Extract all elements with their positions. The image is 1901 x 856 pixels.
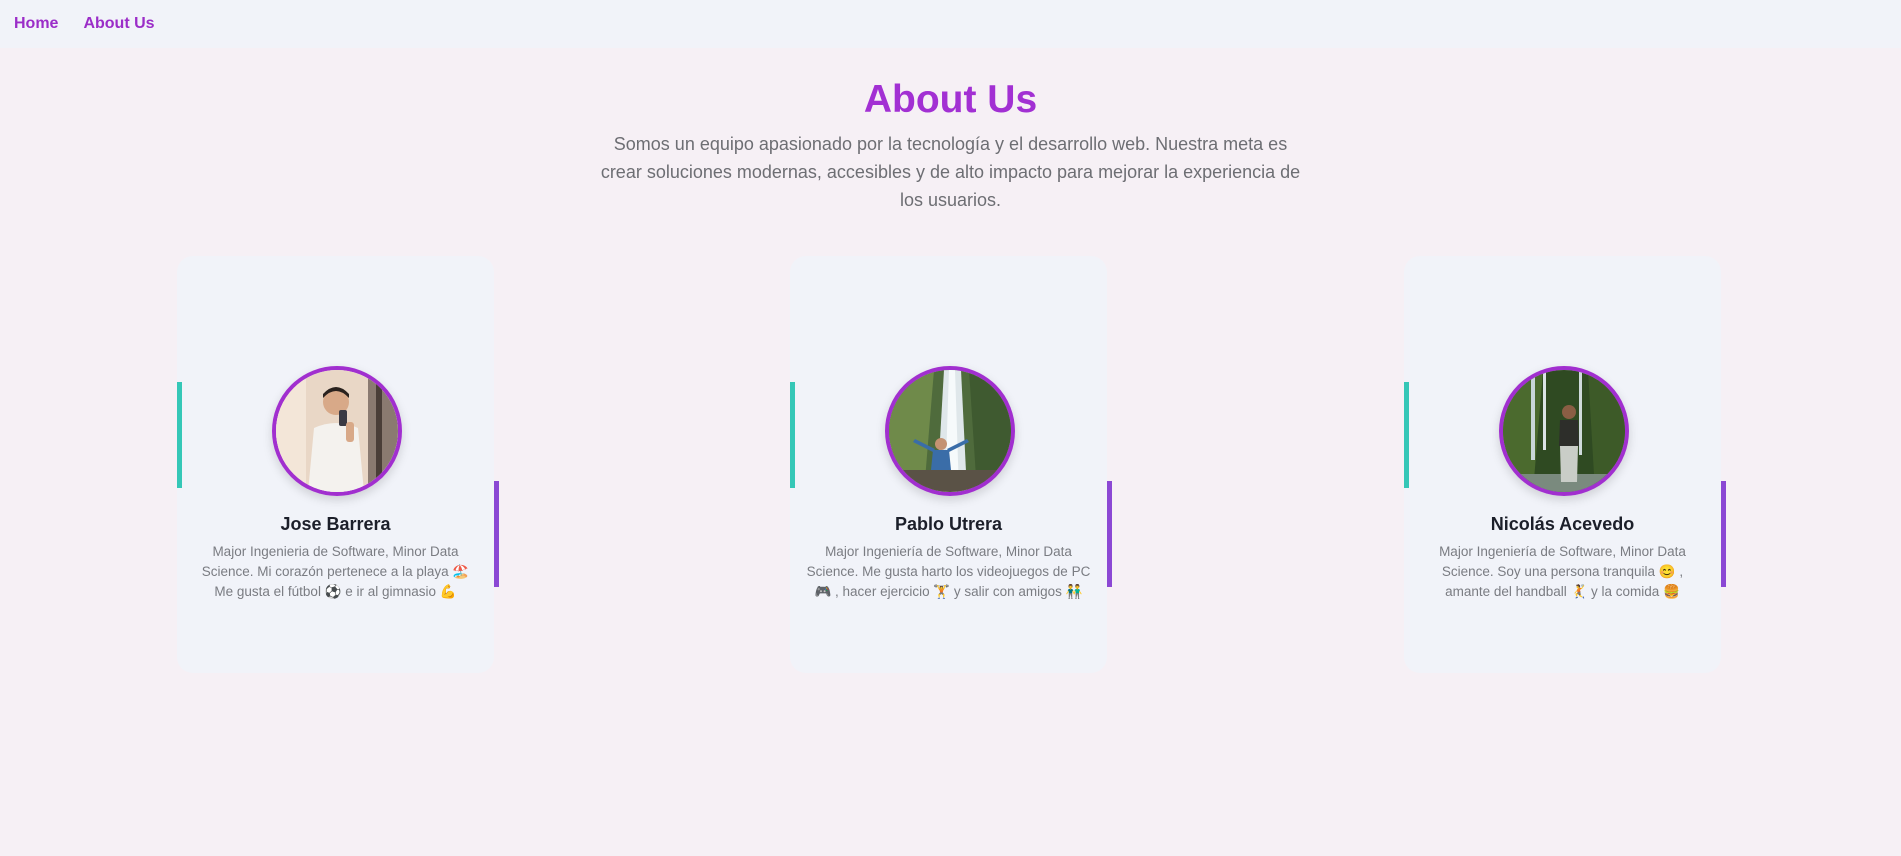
page-title: About Us [863, 78, 1038, 121]
team-card-nicolas: Nicolás Acevedo Major Ingeniería de Soft… [1404, 256, 1726, 673]
card-accent-left [1404, 382, 1409, 488]
avatar-pablo [885, 366, 1015, 496]
card-accent-right [1107, 481, 1112, 587]
top-nav: Home About Us [0, 0, 1901, 48]
avatar-jose [272, 366, 402, 496]
intro-text: Somos un equipo apasionado por la tecnol… [600, 134, 1301, 210]
card-accent-right [1721, 481, 1726, 587]
nav-home-link[interactable]: Home [14, 15, 58, 33]
nav-about-link[interactable]: About Us [83, 15, 154, 33]
card-accent-left [177, 382, 182, 488]
member-description: Major Ingeniería de Software, Minor Data… [1439, 544, 1686, 599]
member-description: Major Ingeniería de Software, Minor Data… [806, 544, 1091, 599]
member-description: Major Ingenieria de Software, Minor Data… [201, 544, 470, 599]
card-accent-right [494, 481, 499, 587]
member-name: Pablo Utrera [894, 514, 1003, 534]
team-card-pablo: Pablo Utrera Major Ingeniería de Softwar… [790, 256, 1112, 673]
member-name: Nicolás Acevedo [1490, 514, 1635, 534]
card-accent-left [790, 382, 795, 488]
member-name: Jose Barrera [280, 514, 391, 534]
team-card-jose: Jose Barrera Major Ingenieria de Softwar… [177, 256, 499, 673]
avatar-nicolas [1499, 366, 1629, 496]
